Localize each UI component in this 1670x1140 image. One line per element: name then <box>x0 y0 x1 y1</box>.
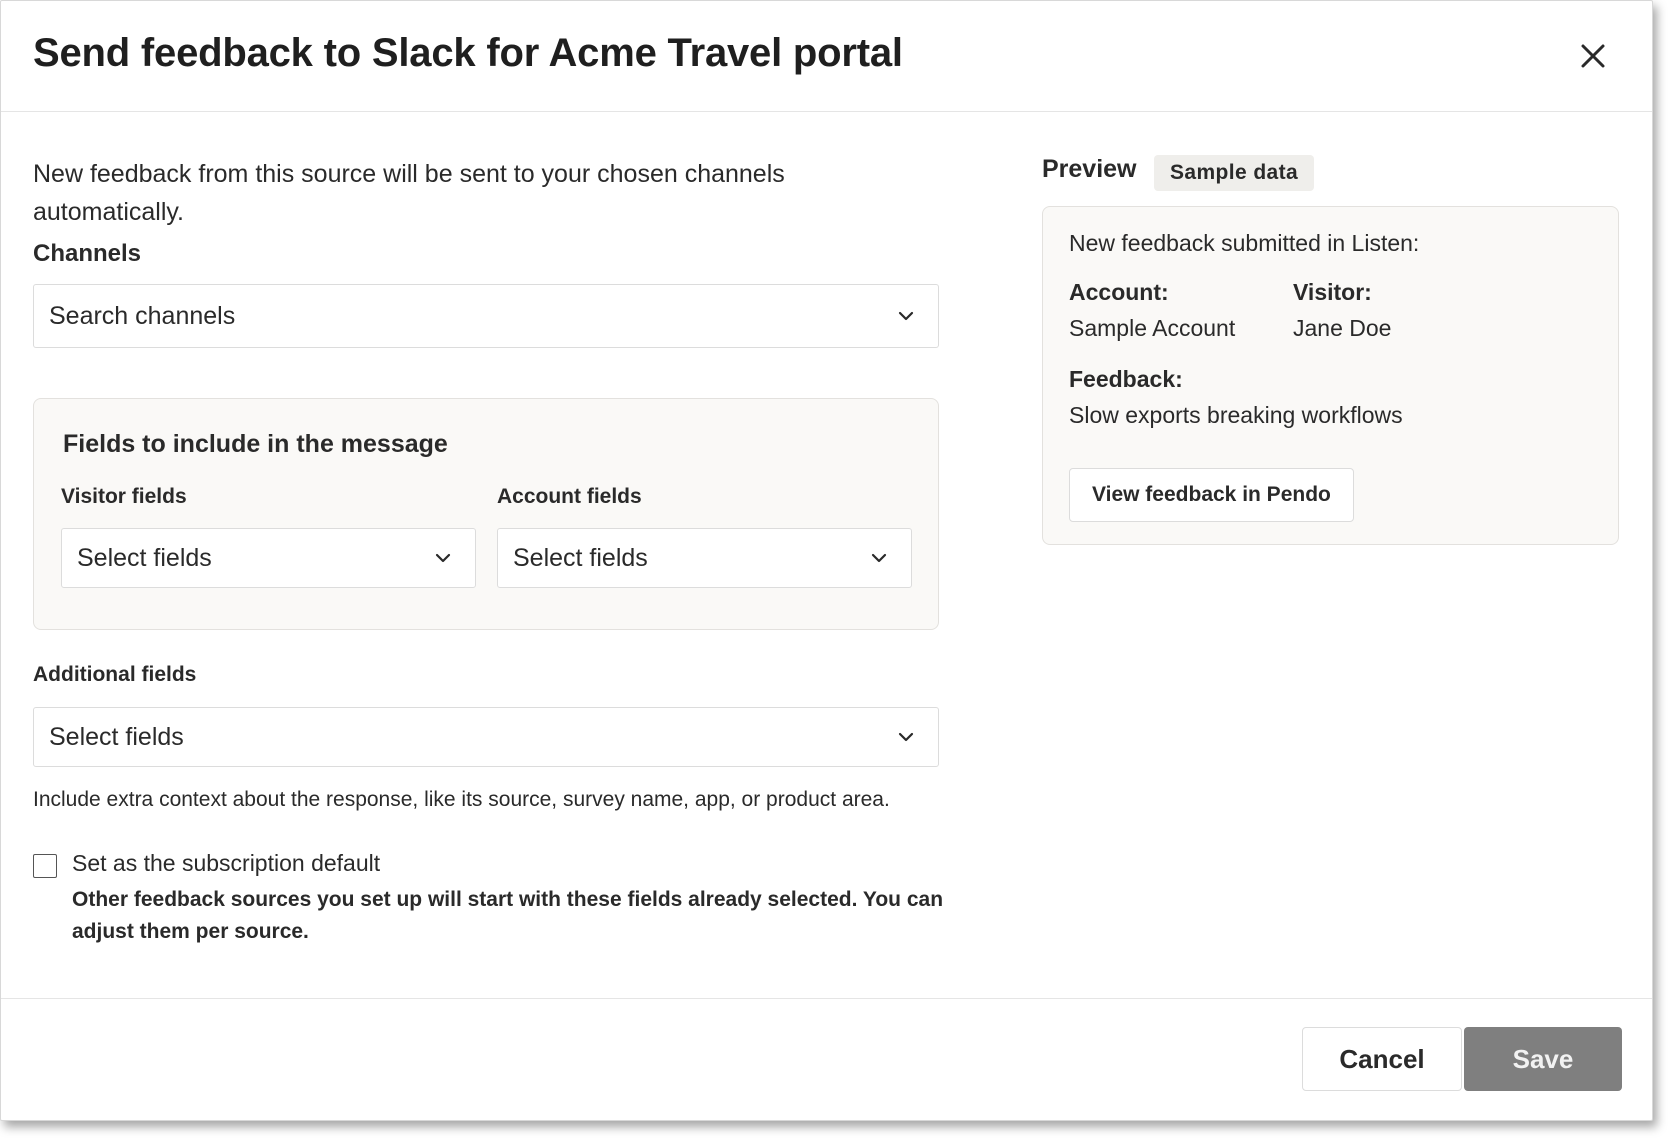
preview-account-label: Account: <box>1069 279 1169 305</box>
dialog-header: Send feedback to Slack for Acme Travel p… <box>1 1 1652 112</box>
chevron-down-icon <box>871 553 887 563</box>
subscription-default-label[interactable]: Set as the subscription default <box>72 850 380 877</box>
visitor-fields-select-value: Select fields <box>77 543 212 572</box>
dialog-footer: Cancel Save <box>1 998 1652 1120</box>
chevron-down-icon <box>898 311 914 321</box>
close-icon <box>1581 44 1605 68</box>
slack-message-preview: New feedback submitted in Listen: Accoun… <box>1042 206 1619 545</box>
preview-visitor-label: Visitor: <box>1293 279 1372 305</box>
channels-label: Channels <box>33 240 142 267</box>
view-feedback-button[interactable]: View feedback in Pendo <box>1069 468 1354 522</box>
subscription-default-checkbox[interactable] <box>33 854 57 878</box>
preview-title: Preview <box>1042 155 1137 183</box>
additional-fields-select[interactable]: Select fields <box>33 707 939 767</box>
preview-account-value: Sample Account <box>1069 315 1236 341</box>
channels-select[interactable]: Search channels <box>33 284 939 348</box>
save-button[interactable]: Save <box>1464 1027 1622 1091</box>
preview-heading: New feedback submitted in Listen: <box>1069 230 1420 256</box>
additional-fields-select-value: Select fields <box>49 722 184 751</box>
preview-feedback-value: Slow exports breaking workflows <box>1069 402 1403 428</box>
intro-text: New feedback from this source will be se… <box>33 160 785 226</box>
channels-select-value: Search channels <box>49 301 236 330</box>
visitor-fields-select[interactable]: Select fields <box>61 528 476 588</box>
subscription-default-description: Other feedback sources you set up will s… <box>72 888 944 943</box>
chevron-down-icon <box>898 732 914 742</box>
fields-to-include-box: Fields to include in the message Visitor… <box>33 398 939 630</box>
account-fields-select[interactable]: Select fields <box>497 528 912 588</box>
preview-visitor-value: Jane Doe <box>1293 315 1392 341</box>
account-fields-select-value: Select fields <box>513 543 648 572</box>
chevron-down-icon <box>435 553 451 563</box>
sample-data-badge: Sample data <box>1154 155 1315 191</box>
additional-fields-help: Include extra context about the response… <box>33 788 890 811</box>
preview-feedback-label: Feedback: <box>1069 366 1183 392</box>
additional-fields-label: Additional fields <box>33 663 197 686</box>
fields-box-title: Fields to include in the message <box>63 430 448 458</box>
cancel-button[interactable]: Cancel <box>1302 1027 1462 1091</box>
slack-feedback-dialog: Send feedback to Slack for Acme Travel p… <box>0 0 1653 1121</box>
visitor-fields-label: Visitor fields <box>61 485 187 508</box>
dialog-title: Send feedback to Slack for Acme Travel p… <box>33 31 903 75</box>
account-fields-label: Account fields <box>497 485 642 508</box>
close-button[interactable] <box>1576 39 1610 73</box>
